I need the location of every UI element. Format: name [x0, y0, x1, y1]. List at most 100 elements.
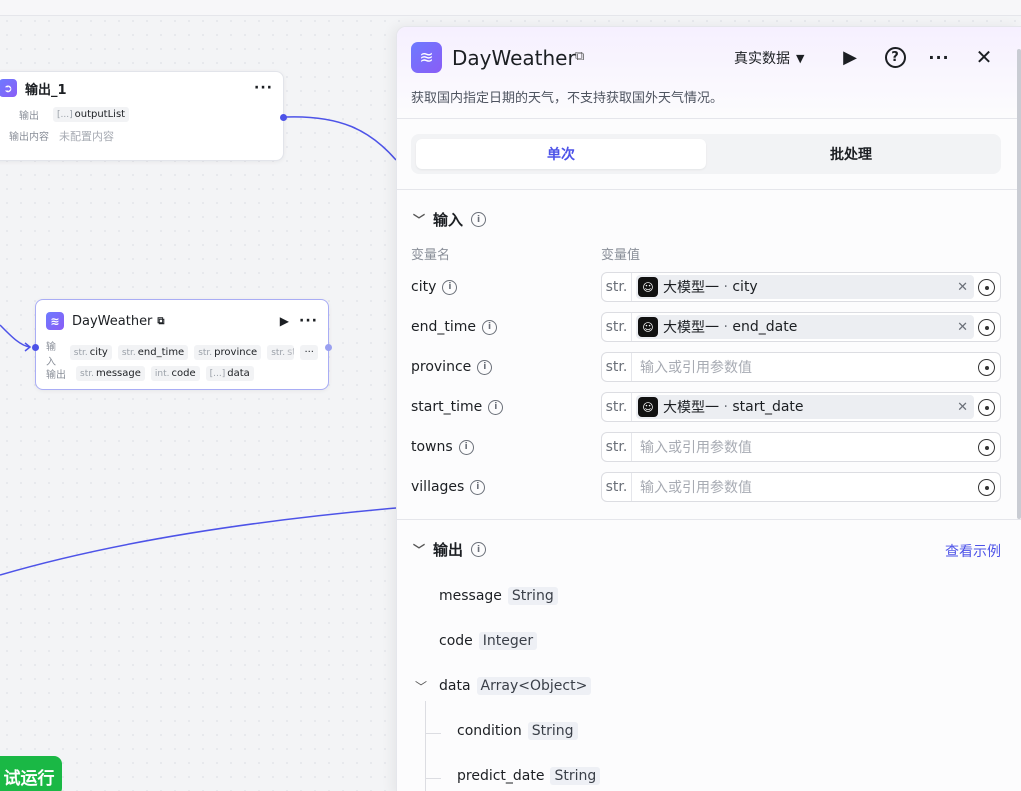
- tree-line: [425, 778, 441, 779]
- edge-bottom: [0, 507, 397, 576]
- weather-node-in-port[interactable]: [32, 344, 39, 351]
- param-type: str.: [602, 393, 632, 421]
- info-icon[interactable]: i: [471, 212, 487, 227]
- target-icon[interactable]: [978, 319, 995, 336]
- output-tag-message: str. message: [76, 366, 145, 381]
- scrollbar[interactable]: [1017, 49, 1021, 519]
- clear-icon[interactable]: ✕: [957, 400, 968, 415]
- param-value-field[interactable]: str. ☺ 大模型一 · start_date ✕: [601, 392, 1001, 422]
- param-row-end-time: end_time i str. ☺ 大模型一 · end_date ✕: [411, 312, 1001, 342]
- clear-icon[interactable]: ✕: [957, 280, 968, 295]
- output-node-icon: ➲: [0, 79, 17, 97]
- param-type: str.: [602, 433, 632, 461]
- more-icon[interactable]: ···: [299, 313, 318, 329]
- divider: [397, 189, 1021, 190]
- info-icon[interactable]: i: [477, 359, 493, 375]
- more-icon[interactable]: ···: [254, 80, 273, 96]
- output-node-title: 输出_1: [25, 82, 67, 98]
- tab-single[interactable]: 单次: [416, 139, 706, 169]
- llm-node-icon: ☺: [638, 317, 658, 337]
- param-reference: ☺ 大模型一 · city ✕: [636, 275, 974, 299]
- caret-down-icon: ▼: [796, 51, 805, 65]
- info-icon[interactable]: i: [488, 399, 504, 415]
- weather-node-inputs: 输入 str. city str. end_time str. province st…: [36, 342, 328, 368]
- param-type: str.: [602, 313, 632, 341]
- param-row-villages: villages i str. 输入或引用参数值: [411, 472, 1001, 502]
- output-tag-data: [...] data: [205, 366, 254, 381]
- target-icon[interactable]: [978, 479, 995, 496]
- input-section-header[interactable]: ﹀ 输入 i: [413, 209, 487, 230]
- output-label: 输出: [46, 370, 66, 381]
- tab-batch[interactable]: 批处理: [706, 139, 996, 169]
- play-icon[interactable]: ▶: [280, 314, 289, 328]
- param-row-start-time: start_time i str. ☺ 大模型一 · start_date ✕: [411, 392, 1001, 422]
- output-node-port[interactable]: [280, 114, 287, 121]
- weather-node-out-port[interactable]: [325, 344, 332, 351]
- param-name: towns i: [411, 439, 601, 455]
- play-icon[interactable]: ▶: [837, 44, 863, 70]
- output-field-message: message String: [439, 587, 558, 605]
- output-node-header: ➲ 输出_1 ···: [0, 72, 283, 104]
- param-row-province: province i str. 输入或引用参数值: [411, 352, 1001, 382]
- data-mode-select[interactable]: 真实数据 ▼: [734, 48, 804, 68]
- llm-node-icon: ☺: [638, 397, 658, 417]
- copy-icon[interactable]: ⧉: [157, 316, 164, 327]
- panel-header: ≋ DayWeather ⧉ 获取国内指定日期的天气，不支持获取国外天气情况。 …: [397, 27, 1021, 119]
- output-node-content-row: 输出内容 未配置内容: [0, 125, 283, 146]
- copy-icon[interactable]: ⧉: [575, 49, 584, 64]
- param-name: start_time i: [411, 399, 601, 415]
- output-field-code: code Integer: [439, 632, 538, 650]
- output-var-name: outputList: [74, 109, 126, 120]
- param-value-field[interactable]: str. 输入或引用参数值: [601, 432, 1001, 462]
- param-row-towns: towns i str. 输入或引用参数值: [411, 432, 1001, 462]
- clear-icon[interactable]: ✕: [957, 320, 968, 335]
- target-icon[interactable]: [978, 439, 995, 456]
- info-icon[interactable]: i: [471, 542, 487, 557]
- chevron-down-icon: ﹀: [415, 679, 428, 694]
- output-node[interactable]: ➲ 输出_1 ··· 输出 [...] outputList 输出内容 未配置内容: [0, 71, 287, 161]
- target-icon[interactable]: [978, 399, 995, 416]
- panel-description: 获取国内指定日期的天气，不支持获取国外天气情况。: [411, 91, 724, 106]
- info-icon[interactable]: i: [458, 439, 474, 455]
- plugin-logo-icon: ≋: [411, 42, 442, 73]
- output-section-title: 输出: [433, 541, 464, 559]
- panel-title: DayWeather: [452, 46, 576, 70]
- test-run-button[interactable]: 试运行: [0, 756, 62, 791]
- target-icon[interactable]: [978, 279, 995, 296]
- help-icon[interactable]: ?: [882, 44, 908, 70]
- param-row-city: city i str. ☺ 大模型一 · city ✕: [411, 272, 1001, 302]
- chevron-down-icon: ﹀: [413, 213, 426, 227]
- input-tag-end-time: str. end_time: [117, 345, 189, 360]
- param-reference: ☺ 大模型一 · start_date ✕: [636, 395, 974, 419]
- output-field-data[interactable]: ﹀ data Array<Object>: [415, 677, 592, 695]
- weather-node[interactable]: ≋ DayWeather ⧉ ▶ ··· 输入 str. city str. end…: [32, 299, 332, 390]
- param-value-field[interactable]: str. 输入或引用参数值: [601, 352, 1001, 382]
- more-icon[interactable]: ···: [926, 44, 952, 70]
- divider: [397, 519, 1021, 520]
- info-icon[interactable]: i: [470, 479, 486, 495]
- param-type: str.: [602, 273, 632, 301]
- param-value-field[interactable]: str. ☺ 大模型一 · city ✕: [601, 272, 1001, 302]
- param-name: end_time i: [411, 319, 601, 335]
- weather-node-header: ≋ DayWeather ⧉ ▶ ···: [36, 300, 328, 342]
- param-value-field[interactable]: str. ☺ 大模型一 · end_date ✕: [601, 312, 1001, 342]
- close-icon[interactable]: ✕: [971, 44, 997, 70]
- info-icon[interactable]: i: [442, 279, 458, 295]
- target-icon[interactable]: [978, 359, 995, 376]
- edge-output-to-panel: [284, 116, 397, 161]
- chevron-down-icon: ﹀: [413, 543, 426, 557]
- weather-node-outputs: 输出 str. message int. code [...] data: [36, 363, 328, 384]
- input-tag-city: str. city: [69, 345, 112, 360]
- param-name: province i: [411, 359, 601, 375]
- param-value-field[interactable]: str. 输入或引用参数值: [601, 472, 1001, 502]
- info-icon[interactable]: i: [482, 319, 498, 335]
- content-value: 未配置内容: [59, 129, 114, 143]
- input-label: 输入: [46, 341, 56, 368]
- view-example-link[interactable]: 查看示例: [945, 541, 1001, 561]
- output-section-header[interactable]: ﹀ 输出 i: [413, 539, 487, 560]
- more-inputs-icon[interactable]: ···: [300, 345, 318, 360]
- llm-node-icon: ☺: [638, 277, 658, 297]
- tree-line: [425, 733, 441, 734]
- content-label: 输出内容: [9, 132, 49, 143]
- param-name: city i: [411, 279, 601, 295]
